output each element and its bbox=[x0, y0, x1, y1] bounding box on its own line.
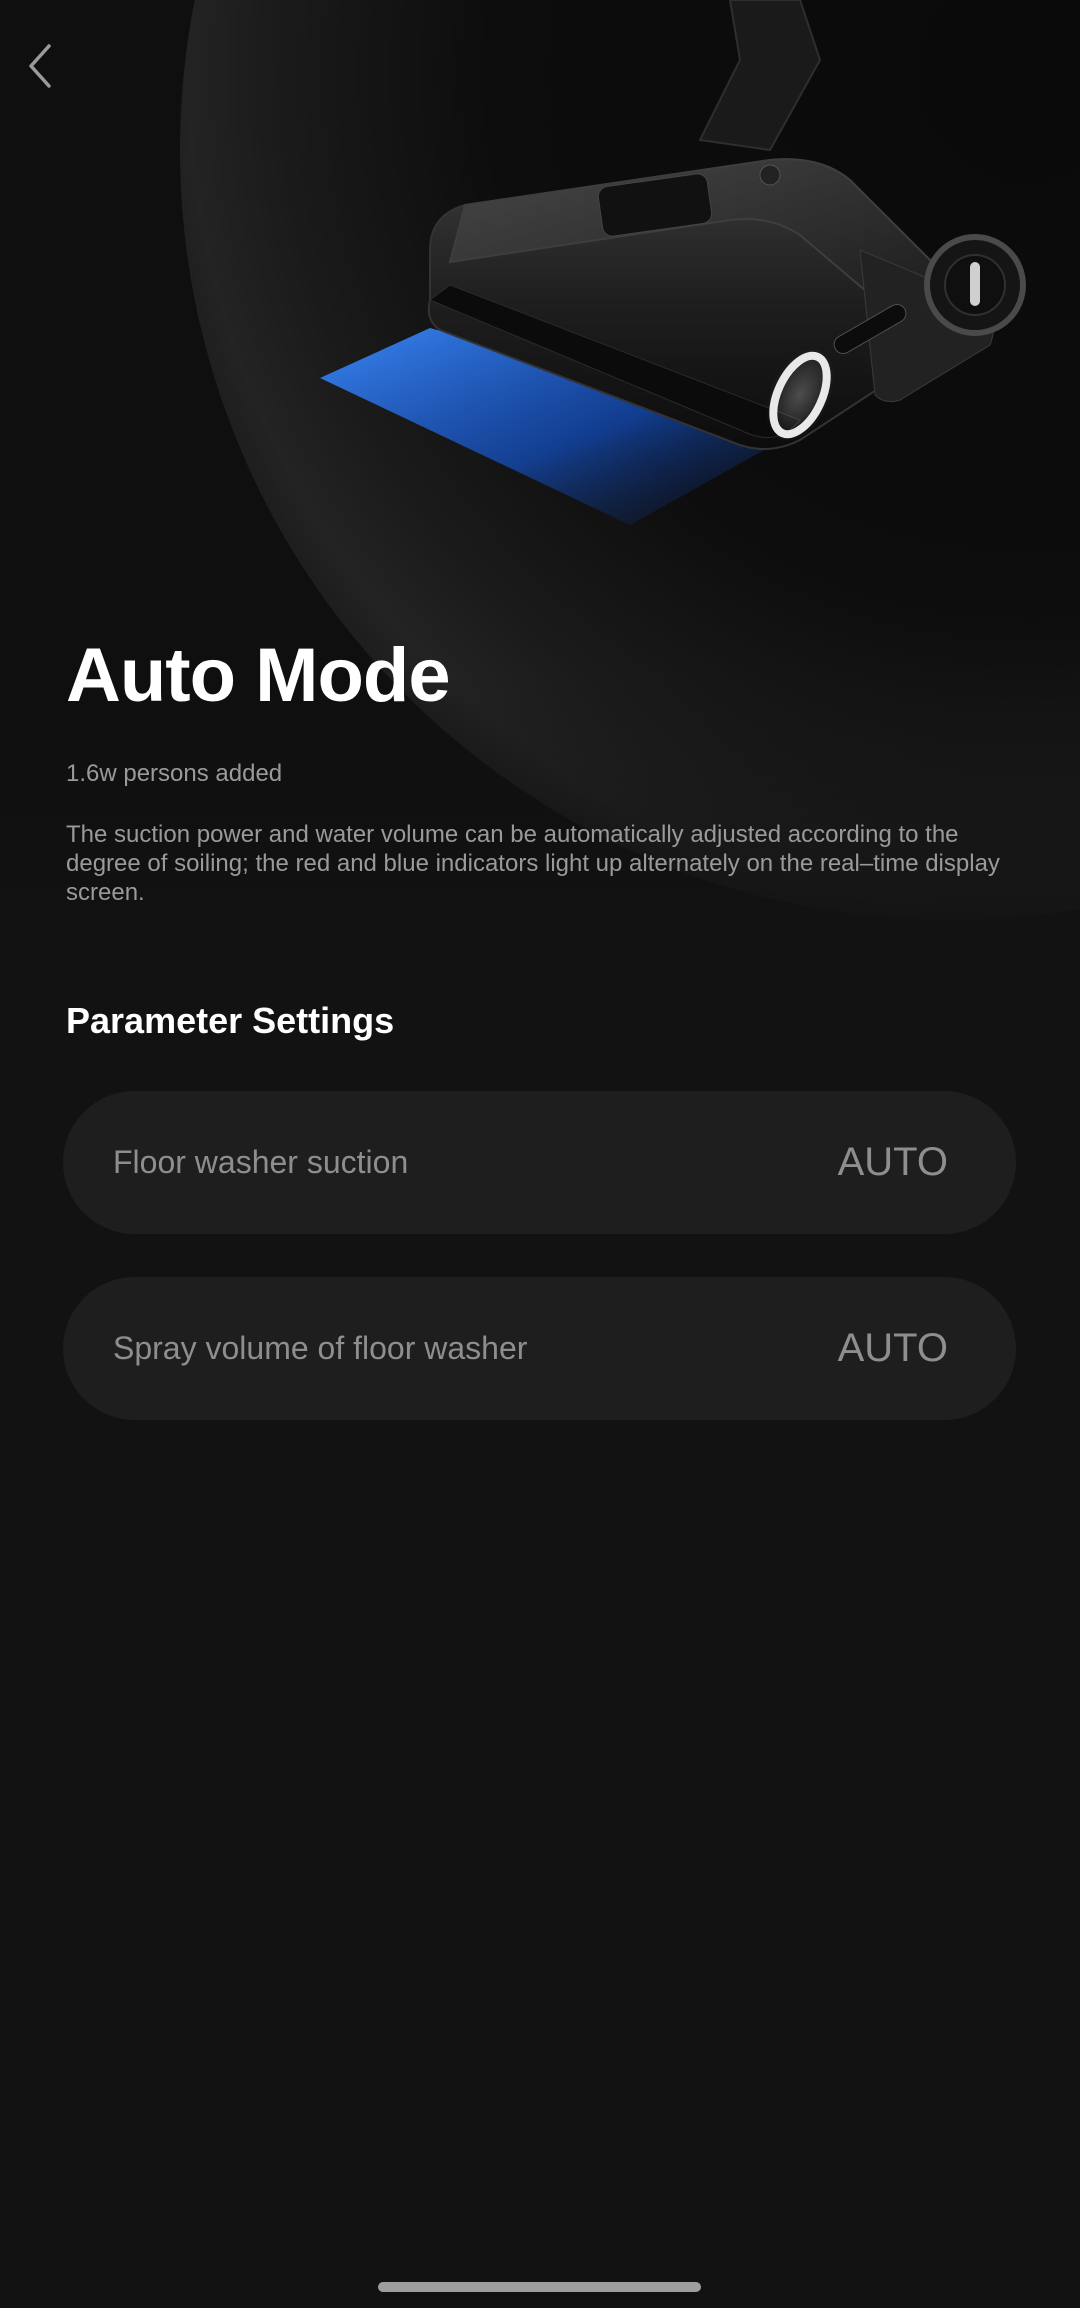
setting-value: AUTO bbox=[837, 1140, 948, 1184]
mode-description: The suction power and water volume can b… bbox=[66, 821, 1000, 906]
added-count: 1.6w persons added bbox=[66, 760, 283, 787]
chevron-left-icon bbox=[29, 44, 51, 88]
setting-value: AUTO bbox=[837, 1326, 948, 1370]
section-title: Parameter Settings bbox=[66, 1000, 395, 1041]
back-button[interactable] bbox=[18, 38, 62, 94]
hero-banner bbox=[0, 0, 1080, 960]
setting-label: Floor washer suction bbox=[113, 1144, 409, 1180]
setting-spray-volume[interactable]: Spray volume of floor washer AUTO bbox=[63, 1277, 1016, 1420]
setting-floor-washer-suction[interactable]: Floor washer suction AUTO bbox=[63, 1091, 1016, 1234]
hero-fade bbox=[0, 0, 1080, 960]
page-title: Auto Mode bbox=[66, 633, 451, 718]
setting-label: Spray volume of floor washer bbox=[113, 1330, 528, 1366]
home-indicator[interactable] bbox=[378, 2282, 701, 2292]
